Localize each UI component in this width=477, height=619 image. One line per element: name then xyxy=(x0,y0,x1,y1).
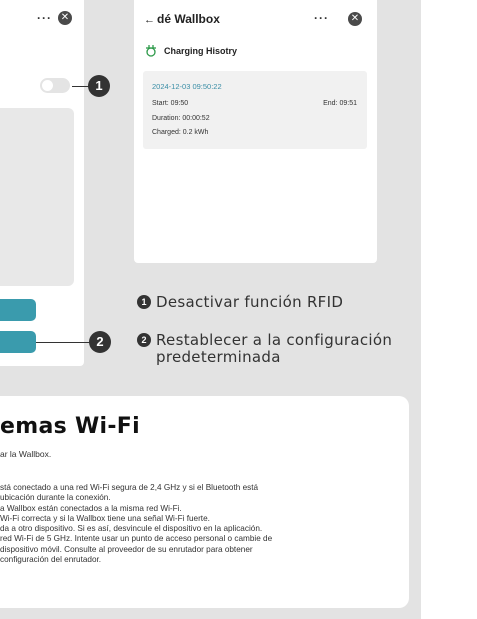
text-line: a Wallbox están conectados a la misma re… xyxy=(0,503,182,513)
record-duration: Duration: 00:00:52 xyxy=(152,115,210,122)
right-phone-screen: ← dé Wallbox ··· ✕ Charging Hisotry 2024-… xyxy=(134,0,377,263)
legend-text-2-line1: Restablecer a la configuración xyxy=(156,331,393,349)
troubleshooting-title: emas Wi-Fi xyxy=(0,414,140,439)
back-arrow-icon[interactable]: ← xyxy=(144,14,155,26)
legend-text-2-line2: predeterminada xyxy=(156,348,281,366)
troubleshooting-text: stá conectado a una red Wi-Fi segura de … xyxy=(0,483,405,565)
more-options-icon[interactable]: ··· xyxy=(37,11,52,25)
app-title: dé Wallbox xyxy=(157,12,220,26)
rfid-toggle[interactable] xyxy=(40,78,70,93)
callout-marker-2: 2 xyxy=(89,331,111,353)
legend-marker-2: 2 xyxy=(137,333,151,347)
callout-marker-1: 1 xyxy=(88,75,110,97)
text-line: red Wi-Fi de 5 GHz. Intente usar un punt… xyxy=(0,534,273,544)
text-line: dispositivo móvil. Consulte al proveedor… xyxy=(0,544,253,554)
record-charged: Charged: 0.2 kWh xyxy=(152,129,209,136)
left-phone-screen: ··· ✕ xyxy=(0,0,84,366)
text-line: Wi-Fi correcta y si la Wallbox tiene una… xyxy=(0,513,210,523)
charging-record[interactable]: 2024-12-03 09:50:22 Start: 09:50 End: 09… xyxy=(143,71,367,149)
close-icon[interactable]: ✕ xyxy=(348,12,362,26)
legend-marker-1: 1 xyxy=(137,295,151,309)
text-line: ubicación durante la conexión. xyxy=(0,493,111,503)
close-icon[interactable]: ✕ xyxy=(58,11,72,25)
record-start: Start: 09:50 xyxy=(152,100,189,107)
charger-icon xyxy=(146,45,156,57)
reset-button[interactable] xyxy=(0,331,36,353)
record-datetime: 2024-12-03 09:50:22 xyxy=(152,82,222,91)
record-end: End: 09:51 xyxy=(323,100,357,107)
text-line: da a otro dispositivo. Si es así, desvin… xyxy=(0,524,263,534)
troubleshooting-card: emas Wi-Fi ar la Wallbox. stá conectado … xyxy=(0,396,409,608)
section-title: Charging Hisotry xyxy=(164,46,238,56)
content-card xyxy=(0,108,74,286)
text-line: stá conectado a una red Wi-Fi segura de … xyxy=(0,483,259,492)
primary-button[interactable] xyxy=(0,299,36,321)
text-line: configuración del enrutador. xyxy=(0,555,102,565)
troubleshooting-subtitle: ar la Wallbox. xyxy=(0,449,52,459)
app-header: ← dé Wallbox xyxy=(144,12,220,26)
callout-line-2 xyxy=(36,342,92,343)
legend-text-2: Restablecer a la configuración predeterm… xyxy=(156,332,392,366)
legend-text-1: Desactivar función RFID xyxy=(156,293,344,311)
more-options-icon[interactable]: ··· xyxy=(314,11,329,25)
